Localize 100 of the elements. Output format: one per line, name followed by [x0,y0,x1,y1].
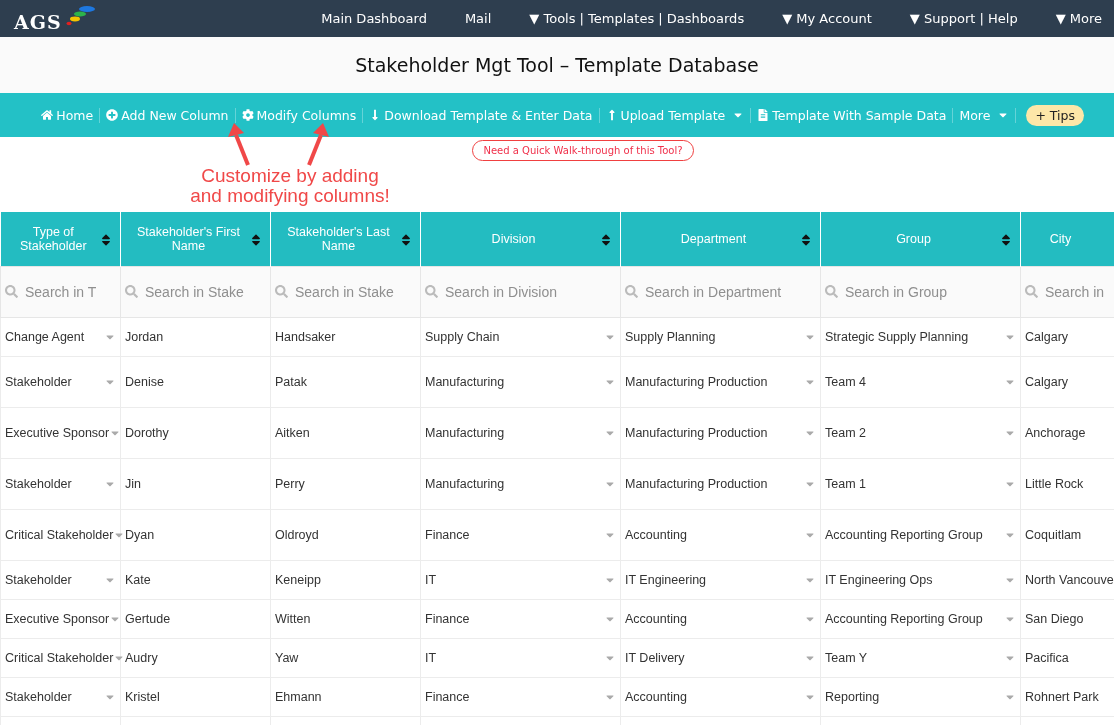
table-cell: San Diego [1025,611,1084,626]
table-cell: Dorothy [125,425,169,440]
sort-icon [250,233,262,247]
table-cell: Finance [425,527,470,542]
column-header[interactable]: City [1020,212,1114,266]
table-cell: Reporting [825,689,880,704]
table-cell: Kristel [125,689,160,704]
table-cell: Audry [125,650,158,665]
table-cell: Calgary [1025,374,1069,389]
table-cell: Ehmann [275,689,322,704]
home-icon [41,109,54,121]
table-cell: IT [425,572,437,587]
search-icon [425,285,438,298]
toolbar-link[interactable]: Modify Columns [235,107,364,123]
table-cell: Stakeholder [5,374,72,389]
table-cell: Finance [425,689,470,704]
table-cell: Witten [275,611,311,626]
table-cell: Manufacturing Production [625,476,768,491]
toolbar-link[interactable]: More [953,107,1017,123]
table-cell: IT [425,650,437,665]
annotation-text: Customize by adding and modifying columns! [189,166,391,206]
table-cell: Jin [125,476,141,491]
logo-icon [63,4,96,27]
logo-text: AGS [14,10,62,33]
walkthrough-button[interactable]: Need a Quick Walk-through of this Tool? [472,140,694,161]
table-cell: Accounting [625,689,687,704]
table-cell: Kate [125,572,151,587]
toolbar-link[interactable]: Template With Sample Data [751,107,954,123]
table-cell: Dyan [125,527,155,542]
nav-link[interactable]: ▼ My Account [782,11,872,26]
table-cell: Oldroyd [275,527,319,542]
table-cell: Perry [275,476,305,491]
table-cell: Executive Sponsor [5,425,110,440]
table-cell: Little Rock [1025,476,1084,491]
table-cell: Denise [125,374,164,389]
table-cell: Stakeholder [5,689,72,704]
table-cell: Finance [425,611,470,626]
search-icon [825,285,838,298]
table-cell: Accounting [625,611,687,626]
nav-link[interactable]: ▼ Tools | Templates | Dashboards [529,11,745,26]
search-icon [275,285,288,298]
nav-link[interactable]: ▼ Support | Help [909,11,1018,26]
toolbar-link[interactable]: Add New Column [100,107,236,123]
toolbar-link[interactable]: Download Template & Enter Data [363,107,600,123]
table-cell: Manufacturing [425,374,505,389]
nav-link[interactable]: Main Dashboard [321,11,427,26]
column-header[interactable]: Department [620,212,821,266]
column-header[interactable]: Stakeholder's First Name [120,212,271,266]
table-cell: Accounting Reporting Group [825,611,983,626]
search-icon [5,285,18,298]
sort-icon [400,233,412,247]
table-cell: Executive Sponsor [5,611,110,626]
table-cell: Handsaker [275,329,336,344]
table-cell: Manufacturing [425,476,505,491]
table-cell: Manufacturing Production [625,425,768,440]
table-cell: Change Agent [5,329,85,344]
table-cell: Critical Stakeholder [5,650,114,665]
table-cell: Team 1 [825,476,866,491]
table-cell: Rohnert Park [1025,689,1099,704]
table-cell: Pacifica [1025,650,1069,665]
toolbar-link[interactable]: Upload Template [599,107,752,123]
tips-button[interactable]: + Tips [1026,104,1084,126]
table-cell: Manufacturing [425,425,505,440]
table-cell: Calgary [1025,329,1069,344]
column-header[interactable]: Group [820,212,1021,266]
search-icon [1025,285,1038,298]
page-title: Stakeholder Mgt Tool – Template Database [355,54,759,76]
sort-icon [100,233,112,247]
table-cell: Team 4 [825,374,866,389]
toolbar-link[interactable]: Home [35,107,101,123]
table-cell: Critical Stakeholder [5,527,114,542]
sort-icon [600,233,612,247]
table-cell: Stakeholder [5,572,72,587]
gear-icon [241,109,254,121]
table-cell: Strategic Supply Planning [825,329,969,344]
column-header[interactable]: Stakeholder's Last Name [270,212,421,266]
sort-icon [800,233,812,247]
table-cell: IT Engineering [625,572,707,587]
table-cell: IT Engineering Ops [825,572,933,587]
nav-link[interactable]: Mail [464,11,492,26]
nav-link[interactable]: ▼ More [1055,11,1102,26]
column-header[interactable]: Type of Stakeholder [0,212,121,266]
table-cell: Accounting Reporting Group [825,527,983,542]
table-cell: IT Delivery [625,650,685,665]
search-icon [625,285,638,298]
table-cell: Jordan [125,329,164,344]
table-cell: Supply Chain [425,329,500,344]
table-cell: Gertude [125,611,171,626]
table-cell: Patak [275,374,307,389]
table-cell: Aitken [275,425,310,440]
column-header[interactable]: Division [420,212,621,266]
search-icon [125,285,138,298]
table-cell: Team 2 [825,425,866,440]
table-cell: Keneipp [275,572,321,587]
table-cell: Yaw [275,650,299,665]
file-icon [757,109,770,121]
sort-icon [1000,233,1012,247]
table-cell: Anchorage [1025,425,1086,440]
table-cell: Manufacturing Production [625,374,768,389]
table-cell: Team Y [825,650,868,665]
